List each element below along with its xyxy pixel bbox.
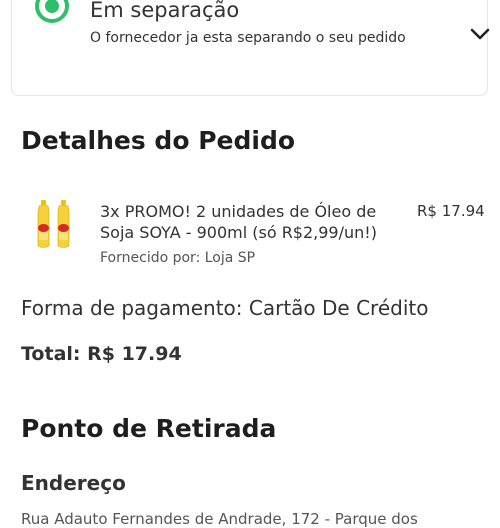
payment-method: Forma de pagamento: Cartão De Crédito xyxy=(21,296,429,320)
item-description: 3x PROMO! 2 unidades de Óleo de Soja SOY… xyxy=(100,202,377,242)
chevron-down-icon[interactable] xyxy=(469,23,491,45)
status-subtitle: O fornecedor ja esta separando o seu ped… xyxy=(90,30,406,46)
order-status-card[interactable]: Em separação O fornecedor ja esta separa… xyxy=(11,0,491,96)
pickup-title: Ponto de Retirada xyxy=(21,414,277,443)
product-image xyxy=(37,200,70,248)
order-details-title: Detalhes do Pedido xyxy=(21,126,296,155)
status-indicator-icon xyxy=(35,0,69,23)
address-label: Endereço xyxy=(21,471,126,495)
item-supplier: Fornecido por: Loja SP xyxy=(100,250,256,266)
order-total: Total: R$ 17.94 xyxy=(21,343,182,365)
address-value: Rua Adauto Fernandes de Andrade, 172 - P… xyxy=(21,510,418,528)
item-price: R$ 17.94 xyxy=(417,202,485,220)
status-title: Em separação xyxy=(90,0,240,22)
